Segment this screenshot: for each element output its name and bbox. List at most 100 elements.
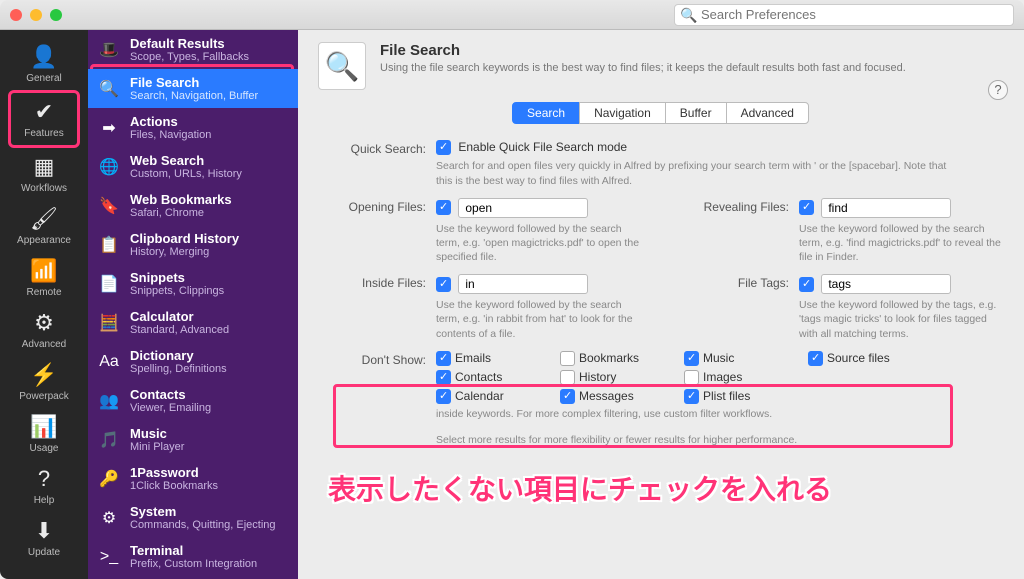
feature-item-contacts[interactable]: 👥ContactsViewer, Emailing <box>88 381 298 420</box>
dont-show-item[interactable]: Messages <box>560 389 680 404</box>
dont-show-checkbox-contacts[interactable] <box>436 370 451 385</box>
leftnav-item-advanced[interactable]: ⚙Advanced <box>8 304 80 356</box>
feature-icon: ➡ <box>98 117 120 139</box>
feature-title: Clipboard History <box>130 231 288 246</box>
dont-show-checkbox-bookmarks[interactable] <box>560 351 575 366</box>
feature-item-calculator[interactable]: 🧮CalculatorStandard, Advanced <box>88 303 298 342</box>
tab-buffer[interactable]: Buffer <box>665 102 727 124</box>
zoom-window-button[interactable] <box>50 9 62 21</box>
dont-show-item[interactable]: Emails <box>436 351 556 366</box>
revealing-files-checkbox[interactable] <box>799 200 814 215</box>
opening-files-hint: Use the keyword followed by the search t… <box>436 222 641 265</box>
leftnav-item-powerpack[interactable]: ⚡Powerpack <box>8 356 80 408</box>
dont-show-checkbox-label: Plist files <box>703 389 750 403</box>
file-tags-checkbox[interactable] <box>799 277 814 292</box>
quick-search-label: Quick Search: <box>318 140 436 156</box>
leftnav-item-usage[interactable]: 📊Usage <box>8 408 80 460</box>
feature-item-dictionary[interactable]: AaDictionarySpelling, Definitions <box>88 342 298 381</box>
dont-show-item[interactable]: Bookmarks <box>560 351 680 366</box>
leftnav-item-help[interactable]: ?Help <box>8 460 80 512</box>
dont-show-checkbox-label: Bookmarks <box>579 351 639 365</box>
revealing-files-label: Revealing Files: <box>681 198 799 265</box>
feature-item-clipboard-history[interactable]: 📋Clipboard HistoryHistory, Merging <box>88 225 298 264</box>
minimize-window-button[interactable] <box>30 9 42 21</box>
feature-item-music[interactable]: 🎵MusicMini Player <box>88 420 298 459</box>
quick-search-checkbox[interactable] <box>436 140 451 155</box>
inside-files-keyword-input[interactable] <box>458 274 588 294</box>
feature-title: Contacts <box>130 387 288 402</box>
help-button[interactable]: ? <box>988 80 1008 100</box>
dont-show-checkbox-images[interactable] <box>684 370 699 385</box>
file-tags-label: File Tags: <box>681 274 799 341</box>
dont-show-item[interactable]: Plist files <box>684 389 804 404</box>
feature-item-web-bookmarks[interactable]: 🔖Web BookmarksSafari, Chrome <box>88 186 298 225</box>
features-sidebar: 🎩Default ResultsScope, Types, Fallbacks🔍… <box>88 30 298 579</box>
feature-item-1password[interactable]: 🔑1Password1Click Bookmarks <box>88 459 298 498</box>
revealing-files-keyword-input[interactable] <box>821 198 951 218</box>
leftnav-label: Remote <box>26 287 61 298</box>
opening-files-checkbox[interactable] <box>436 200 451 215</box>
tab-advanced[interactable]: Advanced <box>726 102 809 124</box>
leftnav-item-update[interactable]: ⬇Update <box>8 512 80 564</box>
leftnav-item-workflows[interactable]: ▦Workflows <box>8 148 80 200</box>
appearance-icon: 🖌 <box>8 206 80 232</box>
dont-show-item[interactable]: Music <box>684 351 804 366</box>
feature-subtitle: Prefix, Custom Integration <box>130 558 288 570</box>
leftnav-label: Appearance <box>17 235 71 246</box>
dont-show-checkbox-source-files[interactable] <box>808 351 823 366</box>
leftnav-item-appearance[interactable]: 🖌 Appearance <box>8 200 80 252</box>
leftnav-label: Powerpack <box>19 391 68 402</box>
leftnav-item-features[interactable]: ✔Features <box>8 90 80 148</box>
file-tags-keyword-input[interactable] <box>821 274 951 294</box>
leftnav-item-remote[interactable]: 📶Remote <box>8 252 80 304</box>
dont-show-checkbox-history[interactable] <box>560 370 575 385</box>
result-limit-hint: Select more results for more flexibility… <box>436 434 996 446</box>
page-title: File Search <box>380 42 906 59</box>
feature-subtitle: 1Click Bookmarks <box>130 480 288 492</box>
dont-show-item[interactable]: Calendar <box>436 389 556 404</box>
feature-item-default-results[interactable]: 🎩Default ResultsScope, Types, Fallbacks <box>88 30 298 69</box>
dont-show-item[interactable]: History <box>560 370 680 385</box>
dont-show-checkbox-messages[interactable] <box>560 389 575 404</box>
feature-item-snippets[interactable]: 📄SnippetsSnippets, Clippings <box>88 264 298 303</box>
search-preferences-input[interactable] <box>674 4 1014 26</box>
tab-navigation[interactable]: Navigation <box>579 102 666 124</box>
tab-search[interactable]: Search <box>512 102 580 124</box>
leftnav-label: Usage <box>30 443 59 454</box>
inside-files-checkbox[interactable] <box>436 277 451 292</box>
window-controls <box>10 9 62 21</box>
dont-show-grid: Emails Bookmarks Music Source files Contacts… <box>436 351 1004 404</box>
dont-show-checkbox-calendar[interactable] <box>436 389 451 404</box>
features-icon: ✔ <box>11 99 77 125</box>
feature-subtitle: Viewer, Emailing <box>130 402 288 414</box>
dont-show-item[interactable]: Source files <box>808 351 928 366</box>
dont-show-item[interactable]: Images <box>684 370 804 385</box>
dont-show-checkbox-music[interactable] <box>684 351 699 366</box>
dont-show-checkbox-emails[interactable] <box>436 351 451 366</box>
tab-bar: SearchNavigationBufferAdvanced <box>318 102 1004 124</box>
feature-item-actions[interactable]: ➡ActionsFiles, Navigation <box>88 108 298 147</box>
dont-show-checkbox-plist-files[interactable] <box>684 389 699 404</box>
leftnav-label: Update <box>28 547 60 558</box>
feature-subtitle: Safari, Chrome <box>130 207 288 219</box>
feature-item-web-search[interactable]: 🌐Web SearchCustom, URLs, History <box>88 147 298 186</box>
feature-item-terminal[interactable]: >_TerminalPrefix, Custom Integration <box>88 537 298 576</box>
dont-show-checkbox-label: History <box>579 370 616 384</box>
feature-icon: ⚙ <box>98 507 120 529</box>
annotation-caption: 表示したくない項目にチェックを入れる <box>328 468 832 508</box>
close-window-button[interactable] <box>10 9 22 21</box>
feature-item-file-search[interactable]: 🔍File SearchSearch, Navigation, Buffer <box>88 69 298 108</box>
quick-search-checkbox-label: Enable Quick File Search mode <box>458 140 627 154</box>
leftnav-item-general[interactable]: 👤General <box>8 38 80 90</box>
feature-title: Web Search <box>130 153 288 168</box>
feature-title: Terminal <box>130 543 288 558</box>
feature-icon: Aa <box>98 351 120 373</box>
leftnav-label: Advanced <box>22 339 66 350</box>
dont-show-label: Don't Show: <box>318 351 436 367</box>
opening-files-keyword-input[interactable] <box>458 198 588 218</box>
dont-show-item[interactable]: Contacts <box>436 370 556 385</box>
feature-item-system[interactable]: ⚙SystemCommands, Quitting, Ejecting <box>88 498 298 537</box>
quick-search-hint: Search for and open files very quickly i… <box>436 159 956 187</box>
feature-icon: 🎩 <box>98 39 120 61</box>
feature-title: 1Password <box>130 465 288 480</box>
